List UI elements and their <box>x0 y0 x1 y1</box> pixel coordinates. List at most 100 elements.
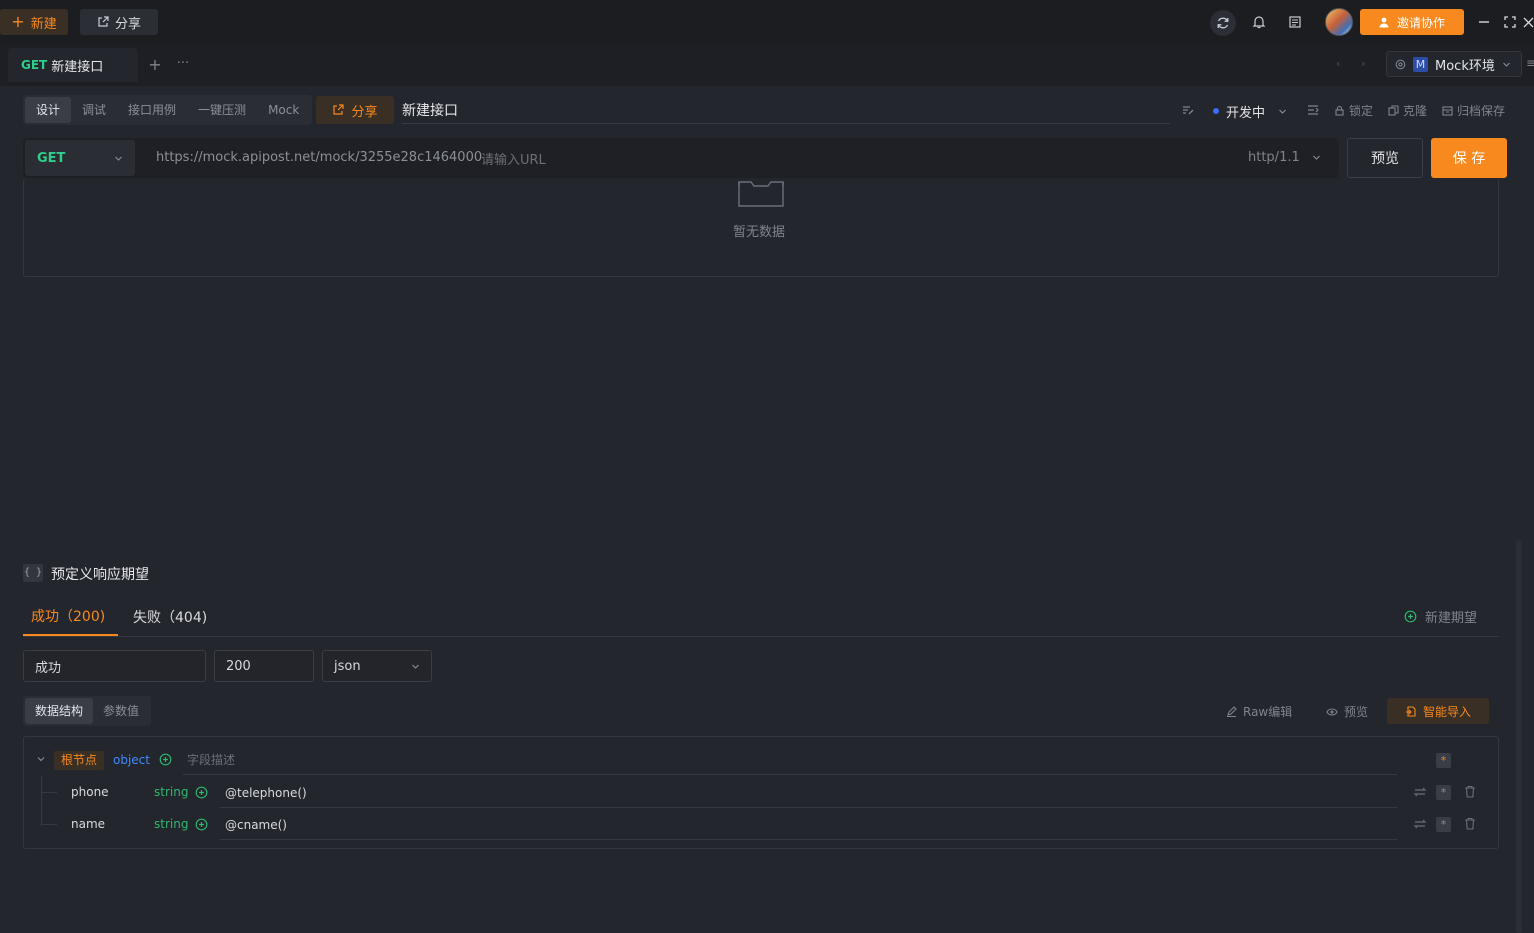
api-name-input[interactable]: 新建接口 <box>402 96 1170 124</box>
more-tabs-icon[interactable]: ··· <box>175 56 191 74</box>
tab-design[interactable]: 设计 <box>25 97 72 123</box>
method-value: GET <box>37 150 66 166</box>
status-code-input[interactable]: 200 <box>214 650 314 682</box>
share-icon <box>97 16 109 28</box>
environment-badge: M <box>1413 56 1428 72</box>
archive-save-button[interactable]: 归档保存 <box>1442 102 1505 119</box>
url-placeholder: 请输入URL <box>481 152 546 168</box>
environment-select[interactable]: M Mock环境 <box>1386 51 1522 77</box>
refresh-icon[interactable] <box>1210 10 1236 36</box>
tab-title: 新建接口 <box>51 59 104 75</box>
save-button[interactable]: 保 存 <box>1431 138 1507 178</box>
tree-guide <box>41 776 42 826</box>
side-menu-icon[interactable]: ≡ <box>1526 56 1534 70</box>
schema-preview-button[interactable]: 预览 <box>1326 703 1368 720</box>
clone-label: 克隆 <box>1403 104 1428 118</box>
status-label: 开发中 <box>1226 105 1266 121</box>
collapse-icon[interactable] <box>36 754 46 764</box>
url-prefix: https://mock.apipost.net/mock/3255e28c14… <box>156 150 483 165</box>
mode-segment: 设计 调试 接口用例 一键压测 Mock <box>23 95 313 125</box>
tab-debug[interactable]: 调试 <box>71 97 117 123</box>
status-dot <box>1213 108 1219 114</box>
empty-text: 暂无数据 <box>733 225 786 240</box>
archive-icon <box>1442 105 1453 116</box>
tab-fail-label: 失败（404) <box>133 610 208 626</box>
align-icon[interactable] <box>1306 103 1320 117</box>
protocol-select[interactable]: http/1.1 <box>1248 150 1328 165</box>
field-value-input[interactable]: @telephone() <box>220 778 1397 808</box>
smart-import-button[interactable]: 智能导入 <box>1387 698 1489 724</box>
status-select[interactable]: 开发中 <box>1213 101 1293 121</box>
tree-guide <box>41 792 57 793</box>
chevron-down-icon <box>1312 153 1321 162</box>
add-tab-icon[interactable]: + <box>147 56 163 74</box>
import-icon <box>1405 705 1416 717</box>
raw-edit-label: Raw编辑 <box>1243 705 1293 719</box>
tabs-divider <box>23 636 1499 637</box>
share-button[interactable]: 分享 <box>80 9 158 35</box>
preview-button[interactable]: 预览 <box>1347 138 1423 178</box>
preview-label: 预览 <box>1371 151 1399 167</box>
add-child-icon[interactable] <box>159 753 172 766</box>
tab-scroll-right-icon[interactable]: › <box>1361 57 1365 70</box>
api-name-value: 新建接口 <box>402 102 458 119</box>
status-code-value: 200 <box>226 658 251 674</box>
required-star-icon[interactable]: * <box>1436 785 1451 800</box>
maximize-icon[interactable] <box>1499 11 1521 33</box>
clone-button[interactable]: 克隆 <box>1388 102 1427 119</box>
add-child-icon[interactable] <box>195 818 208 831</box>
swap-icon[interactable] <box>1413 817 1427 831</box>
close-icon[interactable] <box>1522 11 1534 33</box>
minimize-icon[interactable] <box>1473 11 1495 33</box>
raw-edit-button[interactable]: Raw编辑 <box>1226 703 1292 720</box>
tab-stress-test[interactable]: 一键压测 <box>187 97 257 123</box>
url-input[interactable]: 请输入URL <box>481 144 1221 172</box>
save-label: 保 存 <box>1452 151 1486 167</box>
invite-button[interactable]: 邀请协作 <box>1360 9 1464 35</box>
pencil-icon <box>1226 706 1237 717</box>
swap-icon[interactable] <box>1413 785 1427 799</box>
chevron-down-icon <box>114 154 123 163</box>
tab-cases[interactable]: 接口用例 <box>117 97 187 123</box>
add-child-icon[interactable] <box>195 786 208 799</box>
field-type[interactable]: string <box>154 785 188 799</box>
tab-fail[interactable]: 失败（404) <box>126 598 216 636</box>
delete-icon[interactable] <box>1464 817 1476 830</box>
lock-button[interactable]: 锁定 <box>1334 102 1373 119</box>
archive-save-label: 归档保存 <box>1457 104 1506 118</box>
document-icon[interactable] <box>1284 11 1306 33</box>
field-value-input[interactable]: @cname() <box>220 810 1397 840</box>
new-button[interactable]: + 新建 <box>0 9 68 35</box>
field-name[interactable]: name <box>71 817 105 831</box>
field-value: @cname() <box>225 817 287 832</box>
required-star-icon[interactable]: * <box>1436 817 1451 832</box>
field-type[interactable]: string <box>154 817 188 831</box>
expectation-name-input[interactable]: 成功 <box>23 650 206 682</box>
delete-icon[interactable] <box>1464 785 1476 798</box>
content-type-value: json <box>334 658 361 674</box>
method-select[interactable]: GET <box>25 140 135 176</box>
tab-mock[interactable]: Mock <box>257 97 310 123</box>
scrollbar[interactable] <box>1516 540 1522 933</box>
bell-icon[interactable] <box>1248 11 1270 33</box>
root-description-input[interactable]: 字段描述 <box>183 745 1397 775</box>
toolbar-share-button[interactable]: 分享 <box>316 96 394 124</box>
new-expectation-button[interactable]: 新建期望 <box>1404 607 1477 626</box>
plus-circle-icon <box>1404 610 1417 623</box>
content-type-select[interactable]: json <box>322 650 432 682</box>
edit-icon[interactable] <box>1181 103 1195 117</box>
field-name[interactable]: phone <box>71 785 109 799</box>
tab-new-api[interactable]: GET 新建接口 <box>8 48 138 82</box>
expectation-name-value: 成功 <box>35 660 62 676</box>
eye-icon <box>1326 707 1338 717</box>
new-button-label: 新建 <box>30 16 57 32</box>
tab-scroll-left-icon[interactable]: ‹ <box>1336 57 1340 70</box>
tab-success[interactable]: 成功（200) <box>23 598 118 636</box>
chevron-down-icon <box>411 662 420 671</box>
required-star-icon[interactable]: * <box>1436 753 1451 768</box>
share-button-label: 分享 <box>114 16 141 32</box>
avatar[interactable] <box>1325 8 1353 36</box>
root-type[interactable]: object <box>113 753 150 767</box>
tab-data-structure[interactable]: 数据结构 <box>25 698 94 724</box>
tab-param-values[interactable]: 参数值 <box>93 698 149 724</box>
